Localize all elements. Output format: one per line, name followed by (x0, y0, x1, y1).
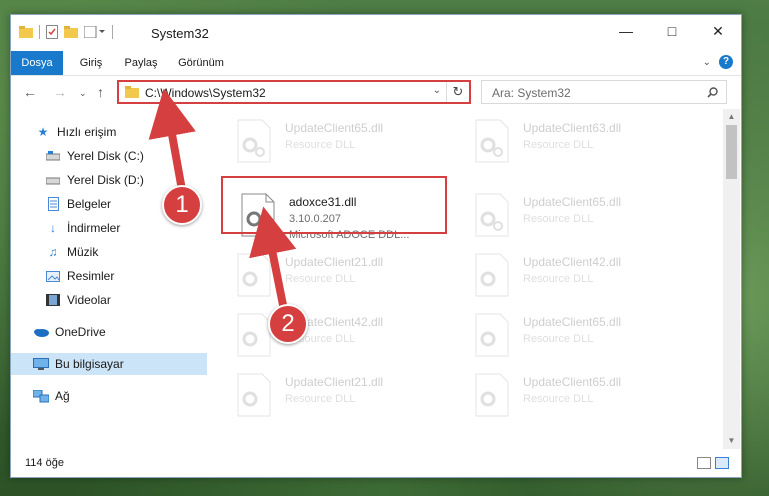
arrow-to-address-bar (148, 88, 196, 191)
step-badge-2: 2 (268, 304, 308, 344)
step-badge-1: 1 (162, 185, 202, 225)
arrow-to-file (249, 206, 297, 311)
annotation-arrows (148, 88, 297, 311)
